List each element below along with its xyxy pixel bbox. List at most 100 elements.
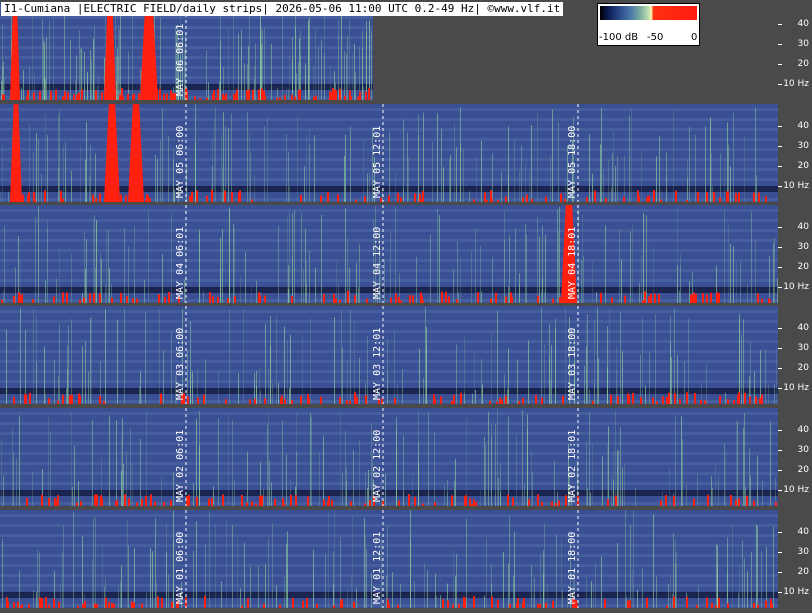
noise-streak <box>44 346 45 404</box>
noise-streak <box>396 417 397 506</box>
signal-burst <box>170 500 172 506</box>
noise-streak <box>85 341 86 404</box>
noise-streak <box>0 190 1 202</box>
signal-burst <box>39 597 41 608</box>
noise-streak <box>49 20 50 100</box>
noise-streak <box>727 122 728 202</box>
axis-tick-label: 30 <box>797 547 809 557</box>
signal-burst <box>187 396 189 404</box>
noise-streak <box>595 562 596 608</box>
signal-burst <box>27 90 29 100</box>
noise-streak <box>355 72 356 100</box>
noise-streak <box>347 588 348 608</box>
noise-streak <box>425 306 426 404</box>
noise-streak <box>15 267 16 303</box>
noise-streak <box>617 542 618 608</box>
noise-streak <box>367 487 368 506</box>
signal-burst <box>440 396 442 404</box>
noise-streak <box>126 451 127 506</box>
noise-streak <box>166 522 167 608</box>
signal-burst <box>718 597 720 608</box>
harmonic-band <box>0 128 778 131</box>
noise-streak <box>268 413 269 506</box>
noise-streak <box>460 256 461 303</box>
noise-streak <box>412 473 413 506</box>
noise-streak <box>74 445 75 506</box>
noise-streak <box>367 173 368 202</box>
noise-streak <box>67 345 68 404</box>
noise-streak <box>531 450 532 506</box>
harmonic-band <box>0 259 778 262</box>
signal-burst <box>364 196 366 202</box>
noise-streak <box>485 444 486 506</box>
signal-burst <box>274 499 276 506</box>
signal-burst <box>380 197 382 202</box>
noise-streak <box>395 206 396 303</box>
noise-streak <box>243 309 244 404</box>
noise-streak <box>416 256 417 303</box>
noise-streak <box>359 244 360 303</box>
signal-burst <box>145 495 147 506</box>
noise-streak <box>590 492 591 506</box>
signal-burst <box>313 96 315 100</box>
signal-burst <box>28 604 30 608</box>
noise-streak <box>454 480 455 506</box>
noise-streak <box>486 537 487 608</box>
noise-streak <box>44 76 45 100</box>
noise-streak <box>146 592 147 608</box>
axis-tick-label: 10 Hz <box>783 587 809 597</box>
signal-burst <box>499 397 501 404</box>
signal-burst <box>727 603 729 608</box>
signal-burst <box>93 293 95 303</box>
noise-streak <box>265 324 266 404</box>
signal-burst <box>77 605 79 608</box>
noise-streak <box>594 383 595 404</box>
signal-burst <box>125 195 127 202</box>
noise-streak <box>632 570 633 608</box>
signal-burst <box>491 596 493 608</box>
noise-streak <box>484 595 485 608</box>
signal-burst <box>497 599 499 608</box>
noise-streak <box>662 491 663 506</box>
signal-burst <box>197 397 199 404</box>
noise-streak <box>751 211 752 303</box>
signal-burst <box>21 604 23 608</box>
noise-streak <box>97 85 98 100</box>
noise-streak <box>736 420 737 506</box>
noise-streak <box>352 515 353 608</box>
signal-burst <box>94 603 96 608</box>
noise-streak <box>251 283 252 303</box>
signal-burst <box>199 97 201 100</box>
noise-streak <box>537 113 538 202</box>
signal-burst <box>632 392 634 404</box>
noise-streak <box>150 547 151 608</box>
noise-streak <box>481 359 482 404</box>
noise-streak <box>632 224 633 303</box>
noise-streak <box>363 139 364 202</box>
signal-burst <box>388 604 390 608</box>
signal-burst <box>511 297 513 303</box>
noise-streak <box>418 410 419 506</box>
noise-streak <box>108 229 109 303</box>
noise-streak <box>619 230 620 303</box>
noise-streak <box>288 289 289 303</box>
noise-streak <box>495 494 496 506</box>
signal-burst <box>332 88 334 100</box>
noise-streak <box>304 166 305 202</box>
signal-burst <box>128 500 130 506</box>
noise-streak <box>345 134 346 202</box>
noise-streak <box>698 586 699 608</box>
noise-streak <box>124 228 125 303</box>
time-label: MAY 03 18:00 <box>567 327 578 400</box>
noise-streak <box>475 229 476 303</box>
signal-burst <box>323 499 325 506</box>
noise-streak <box>105 308 106 404</box>
signal-burst <box>456 299 458 303</box>
signal-burst <box>44 190 46 202</box>
noise-streak <box>537 217 538 303</box>
time-label: MAY 05 12:01 <box>372 125 383 198</box>
signal-burst <box>259 294 261 303</box>
signal-burst <box>13 602 15 608</box>
noise-streak <box>436 595 437 608</box>
noise-streak <box>474 352 475 404</box>
